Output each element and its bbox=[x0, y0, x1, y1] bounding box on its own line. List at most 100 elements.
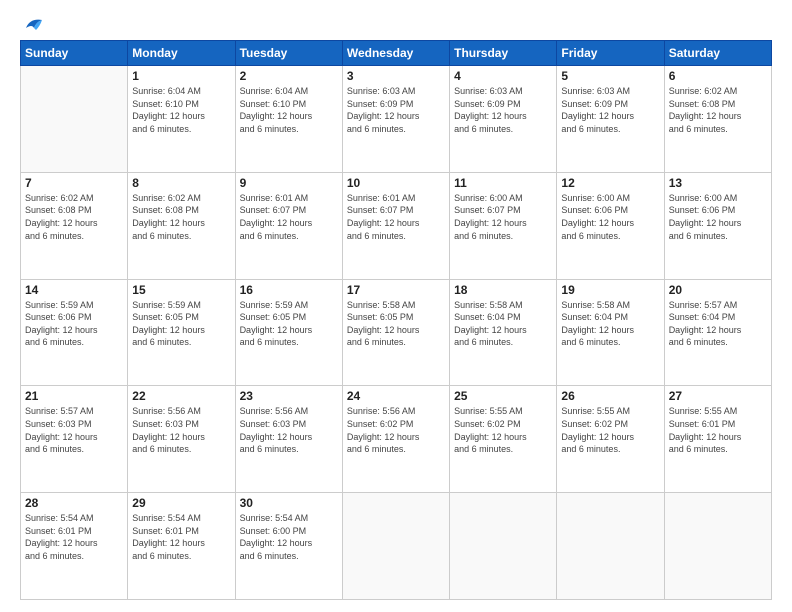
calendar-cell: 19 Sunrise: 5:58 AM Sunset: 6:04 PM Dayli… bbox=[557, 279, 664, 386]
calendar-cell: 20 Sunrise: 5:57 AM Sunset: 6:04 PM Dayli… bbox=[664, 279, 771, 386]
calendar-cell: 7 Sunrise: 6:02 AM Sunset: 6:08 PM Daylig… bbox=[21, 172, 128, 279]
day-number: 17 bbox=[347, 283, 445, 297]
day-info: Sunrise: 5:59 AM Sunset: 6:05 PM Dayligh… bbox=[240, 299, 338, 349]
calendar-cell: 6 Sunrise: 6:02 AM Sunset: 6:08 PM Daylig… bbox=[664, 66, 771, 173]
day-number: 20 bbox=[669, 283, 767, 297]
day-info: Sunrise: 6:01 AM Sunset: 6:07 PM Dayligh… bbox=[240, 192, 338, 242]
calendar-table: SundayMondayTuesdayWednesdayThursdayFrid… bbox=[20, 40, 772, 600]
calendar-week-row: 28 Sunrise: 5:54 AM Sunset: 6:01 PM Dayli… bbox=[21, 493, 772, 600]
day-number: 4 bbox=[454, 69, 552, 83]
day-info: Sunrise: 6:03 AM Sunset: 6:09 PM Dayligh… bbox=[347, 85, 445, 135]
day-number: 6 bbox=[669, 69, 767, 83]
calendar-cell: 9Sunrise: 6:01 AM Sunset: 6:07 PM Daylig… bbox=[235, 172, 342, 279]
day-info: Sunrise: 5:55 AM Sunset: 6:01 PM Dayligh… bbox=[669, 405, 767, 455]
calendar-cell: 26 Sunrise: 5:55 AM Sunset: 6:02 PM Dayli… bbox=[557, 386, 664, 493]
calendar-cell bbox=[664, 493, 771, 600]
day-info: Sunrise: 6:02 AM Sunset: 6:08 PM Dayligh… bbox=[25, 192, 123, 242]
day-number: 5 bbox=[561, 69, 659, 83]
day-number: 21 bbox=[25, 389, 123, 403]
calendar-cell bbox=[557, 493, 664, 600]
day-info: Sunrise: 5:55 AM Sunset: 6:02 PM Dayligh… bbox=[561, 405, 659, 455]
logo bbox=[20, 16, 44, 32]
day-number: 3 bbox=[347, 69, 445, 83]
day-info: Sunrise: 5:54 AM Sunset: 6:01 PM Dayligh… bbox=[25, 512, 123, 562]
calendar-cell bbox=[342, 493, 449, 600]
day-number: 24 bbox=[347, 389, 445, 403]
day-info: Sunrise: 5:55 AM Sunset: 6:02 PM Dayligh… bbox=[454, 405, 552, 455]
calendar-cell: 27 Sunrise: 5:55 AM Sunset: 6:01 PM Dayli… bbox=[664, 386, 771, 493]
day-number: 8 bbox=[132, 176, 230, 190]
calendar-cell: 25 Sunrise: 5:55 AM Sunset: 6:02 PM Dayli… bbox=[450, 386, 557, 493]
day-number: 15 bbox=[132, 283, 230, 297]
column-header-monday: Monday bbox=[128, 41, 235, 66]
day-info: Sunrise: 5:58 AM Sunset: 6:05 PM Dayligh… bbox=[347, 299, 445, 349]
day-number: 30 bbox=[240, 496, 338, 510]
calendar-cell: 14 Sunrise: 5:59 AM Sunset: 6:06 PM Dayli… bbox=[21, 279, 128, 386]
calendar-cell: 8 Sunrise: 6:02 AM Sunset: 6:08 PM Daylig… bbox=[128, 172, 235, 279]
day-number: 14 bbox=[25, 283, 123, 297]
day-number: 2 bbox=[240, 69, 338, 83]
day-number: 29 bbox=[132, 496, 230, 510]
column-header-sunday: Sunday bbox=[21, 41, 128, 66]
calendar-cell: 21 Sunrise: 5:57 AM Sunset: 6:03 PM Dayli… bbox=[21, 386, 128, 493]
calendar-cell: 18 Sunrise: 5:58 AM Sunset: 6:04 PM Dayli… bbox=[450, 279, 557, 386]
day-info: Sunrise: 6:02 AM Sunset: 6:08 PM Dayligh… bbox=[669, 85, 767, 135]
calendar-cell: 11Sunrise: 6:00 AM Sunset: 6:07 PM Dayli… bbox=[450, 172, 557, 279]
day-info: Sunrise: 5:56 AM Sunset: 6:02 PM Dayligh… bbox=[347, 405, 445, 455]
day-info: Sunrise: 5:59 AM Sunset: 6:05 PM Dayligh… bbox=[132, 299, 230, 349]
day-number: 19 bbox=[561, 283, 659, 297]
day-info: Sunrise: 5:57 AM Sunset: 6:04 PM Dayligh… bbox=[669, 299, 767, 349]
day-number: 13 bbox=[669, 176, 767, 190]
day-number: 11 bbox=[454, 176, 552, 190]
day-number: 28 bbox=[25, 496, 123, 510]
day-info: Sunrise: 5:56 AM Sunset: 6:03 PM Dayligh… bbox=[132, 405, 230, 455]
column-header-tuesday: Tuesday bbox=[235, 41, 342, 66]
day-number: 1 bbox=[132, 69, 230, 83]
day-info: Sunrise: 6:04 AM Sunset: 6:10 PM Dayligh… bbox=[240, 85, 338, 135]
day-info: Sunrise: 6:00 AM Sunset: 6:06 PM Dayligh… bbox=[561, 192, 659, 242]
day-info: Sunrise: 6:03 AM Sunset: 6:09 PM Dayligh… bbox=[561, 85, 659, 135]
column-header-saturday: Saturday bbox=[664, 41, 771, 66]
calendar-cell: 15 Sunrise: 5:59 AM Sunset: 6:05 PM Dayli… bbox=[128, 279, 235, 386]
day-number: 22 bbox=[132, 389, 230, 403]
day-info: Sunrise: 6:02 AM Sunset: 6:08 PM Dayligh… bbox=[132, 192, 230, 242]
page: SundayMondayTuesdayWednesdayThursdayFrid… bbox=[0, 0, 792, 612]
calendar-cell: 3 Sunrise: 6:03 AM Sunset: 6:09 PM Daylig… bbox=[342, 66, 449, 173]
calendar-week-row: 14 Sunrise: 5:59 AM Sunset: 6:06 PM Dayli… bbox=[21, 279, 772, 386]
calendar-header-row: SundayMondayTuesdayWednesdayThursdayFrid… bbox=[21, 41, 772, 66]
calendar-cell bbox=[21, 66, 128, 173]
day-info: Sunrise: 5:54 AM Sunset: 6:01 PM Dayligh… bbox=[132, 512, 230, 562]
logo-bird-icon bbox=[22, 14, 44, 36]
day-number: 26 bbox=[561, 389, 659, 403]
day-number: 25 bbox=[454, 389, 552, 403]
day-info: Sunrise: 5:58 AM Sunset: 6:04 PM Dayligh… bbox=[454, 299, 552, 349]
day-number: 10 bbox=[347, 176, 445, 190]
calendar-cell: 1 Sunrise: 6:04 AM Sunset: 6:10 PM Daylig… bbox=[128, 66, 235, 173]
calendar-week-row: 7 Sunrise: 6:02 AM Sunset: 6:08 PM Daylig… bbox=[21, 172, 772, 279]
calendar-cell: 13Sunrise: 6:00 AM Sunset: 6:06 PM Dayli… bbox=[664, 172, 771, 279]
day-number: 27 bbox=[669, 389, 767, 403]
calendar-cell: 10Sunrise: 6:01 AM Sunset: 6:07 PM Dayli… bbox=[342, 172, 449, 279]
day-info: Sunrise: 6:03 AM Sunset: 6:09 PM Dayligh… bbox=[454, 85, 552, 135]
day-info: Sunrise: 5:54 AM Sunset: 6:00 PM Dayligh… bbox=[240, 512, 338, 562]
calendar-cell: 24 Sunrise: 5:56 AM Sunset: 6:02 PM Dayli… bbox=[342, 386, 449, 493]
day-info: Sunrise: 6:04 AM Sunset: 6:10 PM Dayligh… bbox=[132, 85, 230, 135]
calendar-cell: 12 Sunrise: 6:00 AM Sunset: 6:06 PM Dayli… bbox=[557, 172, 664, 279]
column-header-friday: Friday bbox=[557, 41, 664, 66]
day-number: 18 bbox=[454, 283, 552, 297]
calendar-cell: 28 Sunrise: 5:54 AM Sunset: 6:01 PM Dayli… bbox=[21, 493, 128, 600]
day-info: Sunrise: 5:59 AM Sunset: 6:06 PM Dayligh… bbox=[25, 299, 123, 349]
day-number: 16 bbox=[240, 283, 338, 297]
calendar-cell: 5 Sunrise: 6:03 AM Sunset: 6:09 PM Daylig… bbox=[557, 66, 664, 173]
day-number: 12 bbox=[561, 176, 659, 190]
calendar-cell: 17 Sunrise: 5:58 AM Sunset: 6:05 PM Dayli… bbox=[342, 279, 449, 386]
calendar-cell: 22 Sunrise: 5:56 AM Sunset: 6:03 PM Dayli… bbox=[128, 386, 235, 493]
day-info: Sunrise: 5:58 AM Sunset: 6:04 PM Dayligh… bbox=[561, 299, 659, 349]
column-header-thursday: Thursday bbox=[450, 41, 557, 66]
calendar-cell: 29 Sunrise: 5:54 AM Sunset: 6:01 PM Dayli… bbox=[128, 493, 235, 600]
day-info: Sunrise: 5:57 AM Sunset: 6:03 PM Dayligh… bbox=[25, 405, 123, 455]
day-number: 7 bbox=[25, 176, 123, 190]
column-header-wednesday: Wednesday bbox=[342, 41, 449, 66]
day-info: Sunrise: 5:56 AM Sunset: 6:03 PM Dayligh… bbox=[240, 405, 338, 455]
calendar-cell: 4 Sunrise: 6:03 AM Sunset: 6:09 PM Daylig… bbox=[450, 66, 557, 173]
